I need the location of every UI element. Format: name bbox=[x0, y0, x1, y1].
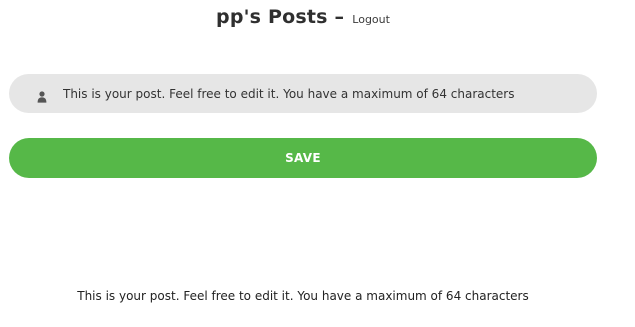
post-input[interactable] bbox=[63, 74, 587, 113]
page-header: pp's Posts – Logout bbox=[0, 6, 606, 28]
logout-link[interactable]: Logout bbox=[352, 13, 390, 26]
page-title: pp's Posts – bbox=[216, 6, 345, 28]
user-icon bbox=[37, 88, 47, 103]
save-button[interactable]: SAVE bbox=[9, 138, 597, 178]
post-input-container[interactable] bbox=[9, 74, 597, 113]
post-text: This is your post. Feel free to edit it.… bbox=[77, 289, 529, 303]
page: pp's Posts – Logout SAVE This is your po… bbox=[0, 0, 635, 327]
